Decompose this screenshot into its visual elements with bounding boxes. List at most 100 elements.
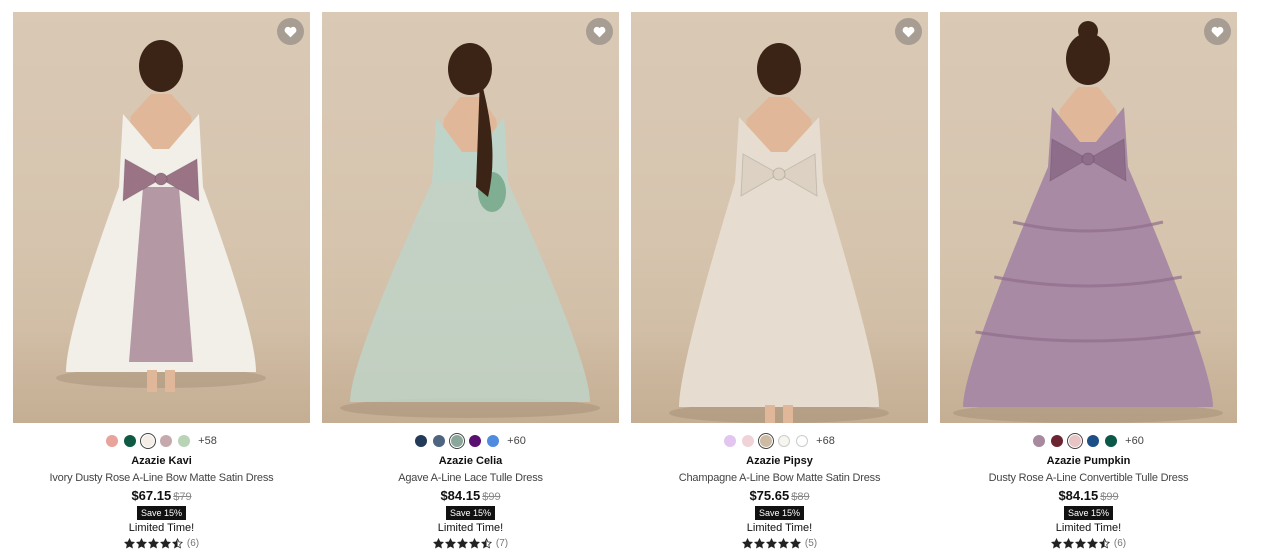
original-price: $99 — [482, 491, 501, 503]
original-price: $99 — [1100, 491, 1119, 503]
star-half-icon — [1098, 538, 1110, 549]
color-swatch[interactable] — [1033, 435, 1046, 447]
star-full-icon — [765, 538, 777, 549]
product-card[interactable]: +60 Azazie Pumpkin Dusty Rose A-Line Con… — [940, 12, 1237, 549]
color-swatch[interactable] — [724, 435, 737, 447]
color-swatch[interactable] — [487, 435, 500, 447]
star-full-icon — [444, 538, 456, 549]
heart-icon — [593, 26, 606, 37]
star-full-icon — [1074, 538, 1086, 549]
favorite-button[interactable] — [1204, 18, 1231, 45]
color-swatch[interactable] — [178, 435, 191, 447]
product-brand[interactable]: Azazie Pipsy — [631, 455, 928, 467]
color-swatch[interactable] — [1067, 433, 1084, 449]
heart-icon — [284, 26, 297, 37]
rating: (7) — [322, 538, 619, 549]
product-brand[interactable]: Azazie Kavi — [13, 455, 310, 467]
review-count[interactable]: (5) — [805, 538, 817, 549]
bow-knot — [1081, 152, 1095, 166]
sale-price: $67.15 — [131, 488, 172, 503]
limited-time-label: Limited Time! — [437, 522, 504, 534]
color-swatch[interactable] — [106, 435, 119, 447]
star-full-icon — [789, 538, 801, 549]
star-full-icon — [159, 538, 171, 549]
favorite-button[interactable] — [895, 18, 922, 45]
head — [139, 40, 183, 92]
skirt — [679, 182, 879, 407]
product-description[interactable]: Champagne A-Line Bow Matte Satin Dress — [631, 472, 928, 484]
head — [448, 43, 492, 95]
color-swatch[interactable] — [758, 433, 775, 449]
original-price: $89 — [791, 491, 810, 503]
leg-right — [165, 370, 175, 392]
product-card[interactable]: +60 Azazie Celia Agave A-Line Lace Tulle… — [322, 12, 619, 549]
heart-icon — [902, 26, 915, 37]
more-colors-link[interactable]: +60 — [507, 435, 526, 447]
leg-left — [765, 405, 775, 423]
leg-right — [783, 405, 793, 423]
star-rating — [1050, 538, 1110, 549]
star-full-icon — [135, 538, 147, 549]
color-swatch[interactable] — [1087, 435, 1100, 447]
product-grid: +58 Azazie Kavi Ivory Dusty Rose A-Line … — [0, 0, 1285, 558]
more-colors-link[interactable]: +68 — [816, 435, 835, 447]
star-full-icon — [456, 538, 468, 549]
head — [757, 43, 801, 95]
star-full-icon — [741, 538, 753, 549]
dress-illustration — [669, 43, 889, 423]
star-full-icon — [1086, 538, 1098, 549]
product-image[interactable] — [631, 12, 928, 423]
star-rating — [741, 538, 801, 549]
color-swatch[interactable] — [140, 433, 157, 449]
sale-price: $84.15 — [440, 488, 481, 503]
review-count[interactable]: (6) — [187, 538, 199, 549]
bow-knot — [154, 172, 168, 186]
product-brand[interactable]: Azazie Celia — [322, 455, 619, 467]
product-description[interactable]: Ivory Dusty Rose A-Line Bow Matte Satin … — [13, 472, 310, 484]
discount-badge: Save 15% — [445, 506, 496, 520]
color-swatch[interactable] — [415, 435, 428, 447]
hair-bun — [1078, 21, 1098, 41]
product-card[interactable]: +68 Azazie Pipsy Champagne A-Line Bow Ma… — [631, 12, 928, 549]
product-image[interactable] — [322, 12, 619, 423]
sale-price: $84.15 — [1058, 488, 1099, 503]
dress-illustration — [56, 40, 266, 392]
product-image[interactable] — [13, 12, 310, 423]
product-description[interactable]: Dusty Rose A-Line Convertible Tulle Dres… — [940, 472, 1237, 484]
product-card[interactable]: +58 Azazie Kavi Ivory Dusty Rose A-Line … — [13, 12, 310, 549]
limited-time-label: Limited Time! — [1055, 522, 1122, 534]
limited-time-label: Limited Time! — [128, 522, 195, 534]
color-swatch[interactable] — [160, 435, 173, 447]
star-full-icon — [753, 538, 765, 549]
color-swatch[interactable] — [433, 435, 446, 447]
product-image[interactable] — [940, 12, 1237, 423]
price-row: $75.65 $89 — [631, 487, 928, 505]
product-brand[interactable]: Azazie Pumpkin — [940, 455, 1237, 467]
more-colors-link[interactable]: +58 — [198, 435, 217, 447]
star-full-icon — [123, 538, 135, 549]
color-swatch[interactable] — [1105, 435, 1118, 447]
color-swatch[interactable] — [124, 435, 137, 447]
rating: (5) — [631, 538, 928, 549]
star-full-icon — [147, 538, 159, 549]
color-swatch[interactable] — [778, 435, 791, 447]
review-count[interactable]: (7) — [496, 538, 508, 549]
review-count[interactable]: (6) — [1114, 538, 1126, 549]
color-swatch[interactable] — [469, 435, 482, 447]
discount-badge: Save 15% — [136, 506, 187, 520]
color-swatch[interactable] — [742, 435, 755, 447]
price-row: $67.15 $79 — [13, 487, 310, 505]
star-full-icon — [1050, 538, 1062, 549]
favorite-button[interactable] — [586, 18, 613, 45]
color-swatch[interactable] — [449, 433, 466, 449]
product-description[interactable]: Agave A-Line Lace Tulle Dress — [322, 472, 619, 484]
color-swatch[interactable] — [1051, 435, 1064, 447]
more-colors-link[interactable]: +60 — [1125, 435, 1144, 447]
color-swatches: +60 — [322, 433, 619, 449]
favorite-button[interactable] — [277, 18, 304, 45]
dress-illustration — [953, 21, 1223, 423]
color-swatch[interactable] — [796, 435, 809, 447]
color-swatches: +68 — [631, 433, 928, 449]
bow-knot — [772, 167, 786, 181]
star-rating — [123, 538, 183, 549]
